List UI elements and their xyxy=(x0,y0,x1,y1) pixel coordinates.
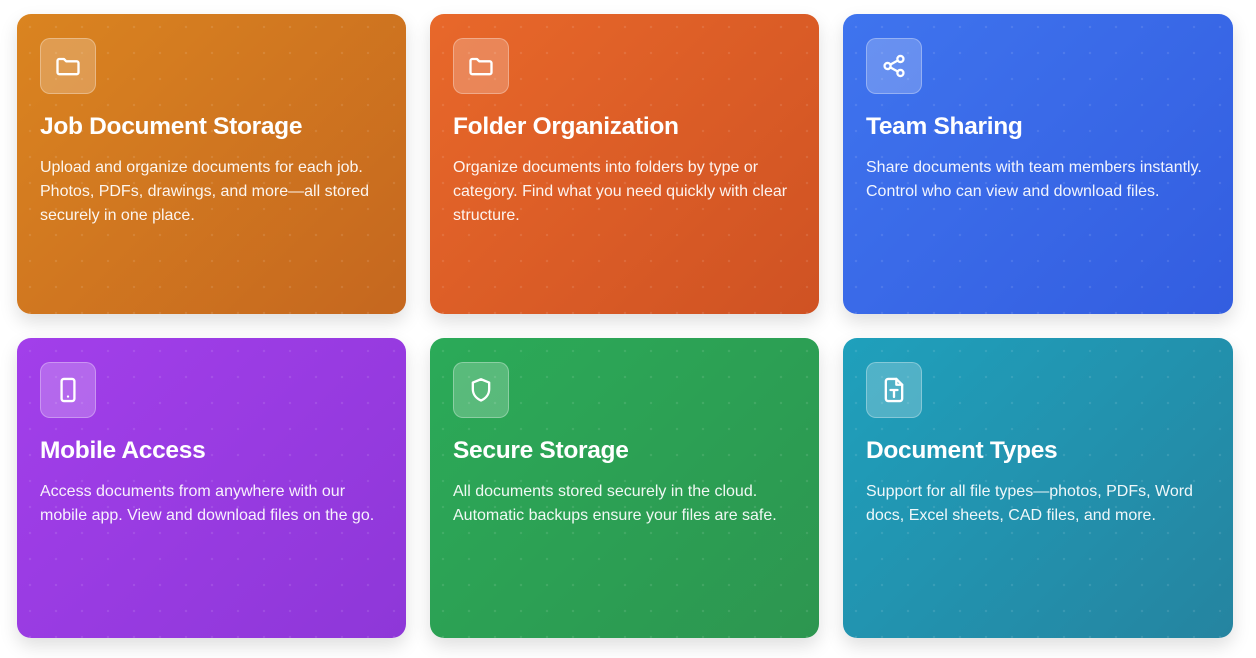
folder-icon xyxy=(40,38,96,94)
card-description: Access documents from anywhere with our … xyxy=(40,483,375,524)
share-icon xyxy=(866,38,922,94)
card-title: Mobile Access xyxy=(40,437,206,464)
feature-card-job-document-storage: Job Document Storage Upload and organize… xyxy=(17,14,406,314)
card-title: Secure Storage xyxy=(453,437,629,464)
card-title: Document Types xyxy=(866,437,1058,464)
card-title: Job Document Storage xyxy=(40,113,303,140)
shield-icon xyxy=(453,362,509,418)
feature-card-document-types: Document Types Support for all file type… xyxy=(843,338,1233,638)
card-description: Share documents with team members instan… xyxy=(866,159,1202,200)
feature-card-folder-organization: Folder Organization Organize documents i… xyxy=(430,14,819,314)
card-title: Folder Organization xyxy=(453,113,679,140)
folder-icon xyxy=(453,38,509,94)
card-title: Team Sharing xyxy=(866,113,1023,140)
smartphone-icon xyxy=(40,362,96,418)
card-description: Support for all file types—photos, PDFs,… xyxy=(866,483,1193,524)
feature-card-team-sharing: Team Sharing Share documents with team m… xyxy=(843,14,1233,314)
feature-card-secure-storage: Secure Storage All documents stored secu… xyxy=(430,338,819,638)
card-description: Organize documents into folders by type … xyxy=(453,159,788,224)
features-grid: Job Document Storage Upload and organize… xyxy=(17,14,1233,638)
feature-card-mobile-access: Mobile Access Access documents from anyw… xyxy=(17,338,406,638)
card-description: Upload and organize documents for each j… xyxy=(40,159,370,224)
card-description: All documents stored securely in the clo… xyxy=(453,483,777,524)
file-type-icon xyxy=(866,362,922,418)
